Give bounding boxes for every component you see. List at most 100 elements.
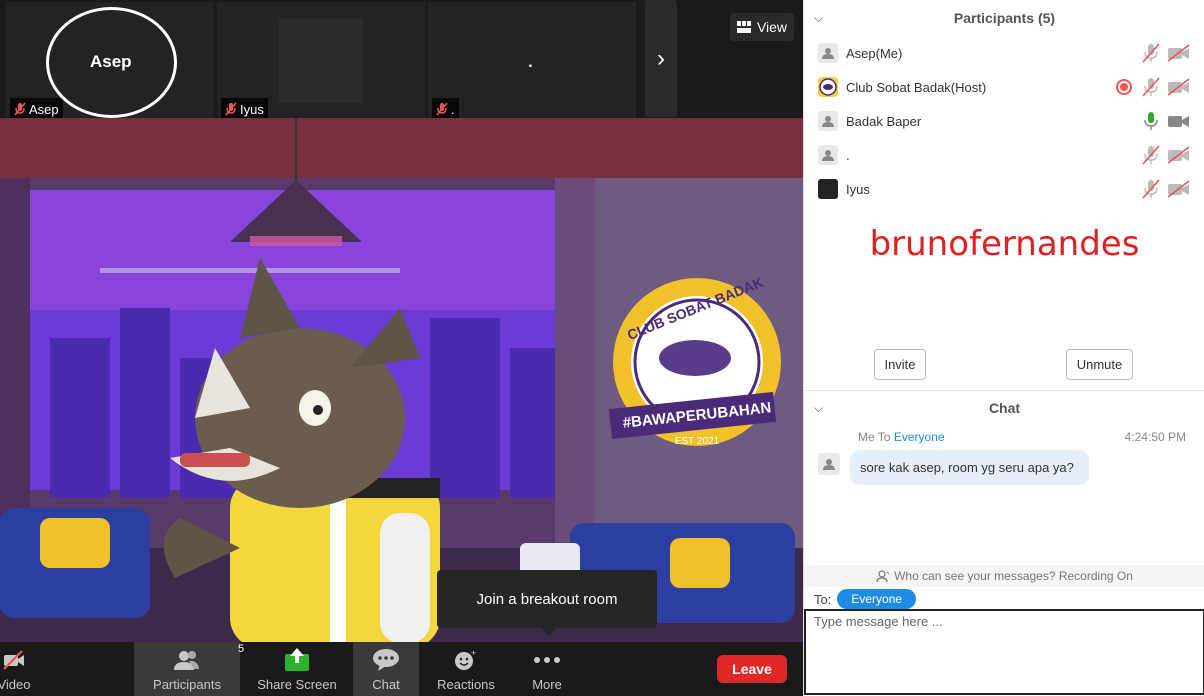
recipient-row: To: Everyone: [814, 589, 917, 609]
meeting-toolbar: Video 5 Participants Share Screen Chat +…: [0, 642, 803, 696]
mic-muted-icon[interactable]: [1142, 179, 1160, 199]
chat-header: ⌵ Chat: [804, 391, 1204, 425]
participant-row[interactable]: Club Sobat Badak(Host): [804, 70, 1204, 104]
reactions-button-label: Reactions: [437, 677, 495, 692]
more-button-label: More: [532, 677, 562, 692]
participant-list: Asep(Me) Club Sobat Badak(Host) Badak Ba…: [804, 36, 1204, 206]
participant-name: Iyus: [846, 181, 870, 197]
thumbnail-strip: Asep Asep Iyus . . › View: [0, 0, 803, 118]
chat-message-meta: Me To Everyone: [858, 430, 945, 444]
avatar: [279, 19, 363, 103]
chat-message-input[interactable]: [804, 609, 1204, 695]
participants-header: ⌵ Participants (5): [804, 1, 1204, 35]
thumbnail-dot[interactable]: . .: [428, 2, 636, 118]
avatar: [818, 453, 840, 475]
mic-muted-icon: [436, 102, 448, 116]
video-button[interactable]: Video: [0, 642, 42, 696]
mic-muted-icon[interactable]: [1142, 77, 1160, 97]
avatar: [818, 145, 838, 165]
thumbnail-label: Asep: [10, 98, 63, 118]
club-logo-avatar: [818, 77, 838, 97]
avatar: [818, 179, 838, 199]
participants-icon: 5: [172, 642, 244, 677]
reactions-button[interactable]: + Reactions: [432, 642, 500, 696]
grid-view-icon: [736, 21, 751, 33]
person-icon: [822, 150, 834, 161]
thumbnail-label: Iyus: [221, 98, 268, 118]
collapse-chevron-icon[interactable]: ⌵: [814, 401, 823, 416]
video-area: Asep Asep Iyus . . › View #BAWAPERUBAHAN…: [0, 0, 803, 696]
participant-name: .: [846, 147, 850, 163]
mic-muted-icon: [225, 102, 237, 116]
camera-off-icon[interactable]: [1167, 146, 1191, 164]
privacy-notice[interactable]: Who can see your messages? Recording On: [804, 565, 1204, 587]
participants-title: Participants (5): [953, 10, 1056, 26]
participant-name: Club Sobat Badak(Host): [846, 79, 987, 95]
mic-muted-icon[interactable]: [1142, 43, 1160, 63]
tooltip-tail: [540, 627, 558, 636]
breakout-room-tooltip[interactable]: Join a breakout room: [437, 570, 657, 628]
leave-button[interactable]: Leave: [717, 655, 787, 683]
share-screen-button[interactable]: Share Screen: [252, 642, 342, 696]
message-recipient[interactable]: Everyone: [894, 430, 945, 444]
recording-icon: [1116, 79, 1132, 95]
avatar: [818, 43, 838, 63]
tooltip-text: Join a breakout room: [476, 590, 618, 608]
camera-on-icon[interactable]: [1167, 112, 1191, 130]
share-screen-icon: [284, 642, 310, 677]
person-icon: [822, 48, 834, 59]
view-button-label: View: [756, 19, 788, 35]
speaker-video-image: #BAWAPERUBAHAN CLUB SOBAT BADAK EST 2021: [0, 118, 803, 642]
message-sender: Me: [858, 430, 875, 444]
participant-row[interactable]: Badak Baper: [804, 104, 1204, 138]
chat-icon: [372, 642, 400, 677]
chat-message-bubble: sore kak asep, room yg seru apa ya?: [850, 450, 1089, 485]
participant-row[interactable]: Iyus: [804, 172, 1204, 206]
collapse-chevron-icon[interactable]: ⌵: [814, 11, 823, 26]
side-panel: ⌵ Participants (5) Asep(Me) Club Sobat B…: [803, 0, 1204, 696]
more-button[interactable]: More: [518, 642, 576, 696]
participant-row[interactable]: .: [804, 138, 1204, 172]
chat-button-label: Chat: [372, 677, 400, 692]
mic-muted-icon[interactable]: [1142, 145, 1160, 165]
video-off-icon: [2, 642, 26, 677]
reactions-smiley-icon: +: [454, 642, 478, 677]
chat-title: Chat: [988, 400, 1021, 416]
view-button[interactable]: View: [730, 13, 794, 41]
chat-button[interactable]: Chat: [353, 642, 419, 696]
more-dots-icon: [532, 642, 562, 677]
invite-button[interactable]: Invite: [874, 349, 926, 380]
svg-text:+: +: [471, 649, 476, 658]
share-screen-label: Share Screen: [257, 677, 337, 692]
person-icon: [822, 116, 834, 127]
camera-off-icon[interactable]: [1167, 180, 1191, 198]
highlight-circle-annotation: [46, 7, 177, 118]
thumbnail-label: .: [432, 98, 459, 118]
recipient-select[interactable]: Everyone: [837, 589, 917, 609]
mic-muted-icon: [14, 102, 26, 116]
participants-count: 5: [238, 643, 245, 655]
participant-name: Asep(Me): [846, 45, 903, 61]
camera-off-icon[interactable]: [1167, 78, 1191, 96]
camera-off-icon[interactable]: [1167, 44, 1191, 62]
participant-row[interactable]: Asep(Me): [804, 36, 1204, 70]
thumbnail-label-text: Asep: [29, 101, 59, 117]
to-label: To:: [814, 591, 832, 607]
message-timestamp: 4:24:50 PM: [1124, 430, 1186, 444]
person-icon: [823, 459, 835, 470]
message-to-prefix: To: [877, 430, 891, 444]
participants-button-label: Participants: [153, 677, 221, 692]
thumbnail-iyus[interactable]: Iyus: [217, 2, 425, 118]
privacy-notice-text: Who can see your messages? Recording On: [894, 569, 1133, 583]
mic-active-icon[interactable]: [1142, 111, 1160, 131]
logo-est: EST 2021: [675, 436, 720, 447]
thumbnail-label-text: Iyus: [240, 101, 264, 117]
avatar: [818, 111, 838, 131]
main-video-feed: #BAWAPERUBAHAN CLUB SOBAT BADAK EST 2021: [0, 118, 803, 642]
next-thumbnails-button[interactable]: ›: [645, 0, 677, 117]
participant-name: Badak Baper: [846, 113, 922, 129]
participants-button[interactable]: 5 Participants: [134, 642, 244, 696]
unmute-button[interactable]: Unmute: [1066, 349, 1133, 380]
thumbnail-name: .: [528, 52, 533, 71]
video-button-label: Video: [0, 677, 31, 692]
